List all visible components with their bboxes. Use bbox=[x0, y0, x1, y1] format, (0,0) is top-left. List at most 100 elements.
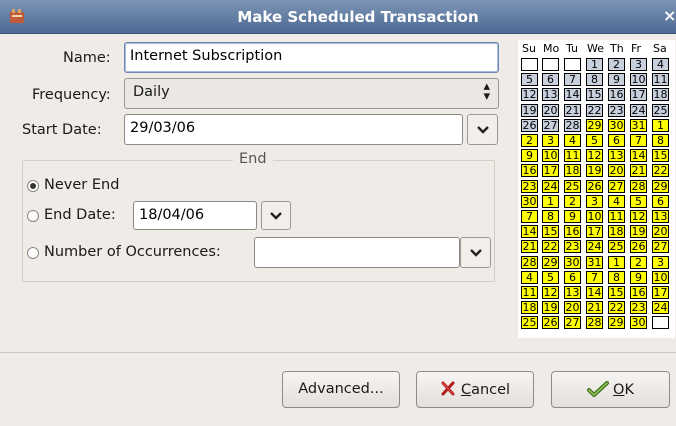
occurrences-input[interactable] bbox=[254, 237, 460, 268]
calendar-day-cell[interactable]: 21 bbox=[586, 301, 603, 314]
calendar-day-cell[interactable]: 29 bbox=[652, 180, 669, 193]
end-date-label[interactable]: End Date: bbox=[44, 207, 116, 223]
calendar-day-cell[interactable]: 18 bbox=[608, 225, 625, 238]
calendar-day-cell[interactable]: 13 bbox=[542, 88, 559, 101]
cancel-button[interactable]: Cancel bbox=[416, 371, 534, 408]
advanced-button[interactable]: Advanced... bbox=[282, 371, 400, 408]
ok-button[interactable]: OK bbox=[551, 371, 670, 408]
calendar-day-cell[interactable]: 14 bbox=[564, 88, 581, 101]
calendar-day-cell[interactable]: 9 bbox=[630, 271, 647, 284]
calendar-day-cell[interactable]: 9 bbox=[608, 73, 625, 86]
calendar-day-cell[interactable]: 29 bbox=[542, 256, 559, 269]
calendar-day-cell[interactable]: 26 bbox=[521, 119, 538, 132]
calendar-day-cell[interactable]: 19 bbox=[542, 301, 559, 314]
calendar-day-cell[interactable]: 27 bbox=[564, 316, 581, 329]
end-date-calendar-button[interactable] bbox=[261, 201, 291, 230]
calendar-day-cell[interactable]: 18 bbox=[564, 164, 581, 177]
calendar-day-cell[interactable]: 23 bbox=[608, 104, 625, 117]
calendar-day-cell[interactable]: 17 bbox=[652, 286, 669, 299]
calendar-day-cell[interactable]: 17 bbox=[630, 88, 647, 101]
calendar-day-cell[interactable]: 17 bbox=[586, 225, 603, 238]
calendar-day-cell[interactable]: 28 bbox=[521, 256, 538, 269]
calendar-day-cell[interactable]: 30 bbox=[630, 316, 647, 329]
name-input[interactable]: Internet Subscription bbox=[124, 42, 499, 73]
calendar-day-cell[interactable] bbox=[542, 58, 559, 71]
calendar-day-cell[interactable]: 2 bbox=[608, 58, 625, 71]
calendar-day-cell[interactable]: 9 bbox=[564, 210, 581, 223]
calendar-day-cell[interactable]: 1 bbox=[608, 256, 625, 269]
calendar-day-cell[interactable]: 21 bbox=[564, 104, 581, 117]
calendar-day-cell[interactable]: 27 bbox=[652, 240, 669, 253]
calendar-day-cell[interactable]: 25 bbox=[564, 180, 581, 193]
calendar-day-cell[interactable]: 12 bbox=[521, 88, 538, 101]
calendar-day-cell[interactable]: 30 bbox=[608, 119, 625, 132]
calendar-day-cell[interactable]: 19 bbox=[630, 225, 647, 238]
calendar-day-cell[interactable]: 23 bbox=[564, 240, 581, 253]
calendar-day-cell[interactable]: 3 bbox=[542, 134, 559, 147]
calendar-day-cell[interactable]: 30 bbox=[564, 256, 581, 269]
calendar-day-cell[interactable]: 20 bbox=[608, 164, 625, 177]
end-date-radio[interactable] bbox=[27, 210, 39, 222]
calendar-day-cell[interactable]: 11 bbox=[608, 210, 625, 223]
calendar-day-cell[interactable]: 5 bbox=[630, 195, 647, 208]
calendar-day-cell[interactable]: 19 bbox=[586, 164, 603, 177]
calendar-day-cell[interactable]: 21 bbox=[521, 240, 538, 253]
calendar-day-cell[interactable]: 28 bbox=[564, 119, 581, 132]
end-date-input[interactable]: 18/04/06 bbox=[133, 201, 257, 230]
calendar-day-cell[interactable]: 15 bbox=[652, 149, 669, 162]
calendar-day-cell[interactable]: 2 bbox=[521, 134, 538, 147]
occurrences-radio[interactable] bbox=[27, 247, 39, 259]
calendar-day-cell[interactable]: 23 bbox=[521, 180, 538, 193]
calendar-day-cell[interactable]: 21 bbox=[630, 164, 647, 177]
calendar-day-cell[interactable]: 20 bbox=[652, 225, 669, 238]
never-end-label[interactable]: Never End bbox=[44, 177, 119, 193]
calendar-day-cell[interactable]: 27 bbox=[608, 180, 625, 193]
calendar-day-cell[interactable]: 3 bbox=[586, 195, 603, 208]
calendar-day-cell[interactable]: 17 bbox=[542, 164, 559, 177]
start-date-input[interactable]: 29/03/06 bbox=[124, 114, 463, 145]
calendar-day-cell[interactable]: 15 bbox=[608, 286, 625, 299]
calendar-day-cell[interactable]: 4 bbox=[652, 58, 669, 71]
calendar-day-cell[interactable]: 23 bbox=[630, 301, 647, 314]
calendar-day-cell[interactable]: 10 bbox=[586, 210, 603, 223]
calendar-day-cell[interactable]: 11 bbox=[652, 73, 669, 86]
calendar-day-cell[interactable]: 1 bbox=[542, 195, 559, 208]
calendar-day-cell[interactable]: 2 bbox=[564, 195, 581, 208]
calendar-day-cell[interactable]: 20 bbox=[542, 104, 559, 117]
calendar-day-cell[interactable]: 18 bbox=[652, 88, 669, 101]
calendar-day-cell[interactable]: 10 bbox=[630, 73, 647, 86]
calendar-day-cell[interactable]: 19 bbox=[521, 104, 538, 117]
calendar-day-cell[interactable]: 10 bbox=[542, 149, 559, 162]
calendar-day-cell[interactable]: 25 bbox=[521, 316, 538, 329]
calendar-day-cell[interactable]: 4 bbox=[608, 195, 625, 208]
calendar-day-cell[interactable] bbox=[521, 58, 538, 71]
calendar-day-cell[interactable]: 14 bbox=[586, 286, 603, 299]
calendar-day-cell[interactable]: 12 bbox=[630, 210, 647, 223]
calendar-day-cell[interactable]: 22 bbox=[652, 164, 669, 177]
occurrences-label[interactable]: Number of Occurrences: bbox=[44, 244, 221, 260]
occurrences-dropdown-button[interactable] bbox=[460, 237, 491, 268]
calendar-day-cell[interactable]: 5 bbox=[586, 134, 603, 147]
calendar-day-cell[interactable]: 7 bbox=[521, 210, 538, 223]
calendar-day-cell[interactable]: 11 bbox=[521, 286, 538, 299]
calendar-day-cell[interactable]: 4 bbox=[521, 271, 538, 284]
calendar-day-cell[interactable]: 15 bbox=[586, 88, 603, 101]
frequency-select[interactable]: Daily ▴ ▾ bbox=[124, 78, 499, 109]
never-end-radio[interactable] bbox=[27, 180, 39, 192]
calendar-day-cell[interactable]: 16 bbox=[630, 286, 647, 299]
calendar-day-cell[interactable]: 26 bbox=[630, 240, 647, 253]
calendar-day-cell[interactable]: 22 bbox=[608, 301, 625, 314]
calendar-day-cell[interactable]: 7 bbox=[586, 271, 603, 284]
calendar-day-cell[interactable]: 6 bbox=[542, 73, 559, 86]
calendar-day-cell[interactable]: 26 bbox=[542, 316, 559, 329]
calendar-day-cell[interactable]: 29 bbox=[608, 316, 625, 329]
calendar-day-cell[interactable] bbox=[564, 58, 581, 71]
close-icon[interactable]: × bbox=[663, 6, 676, 25]
calendar-day-cell[interactable]: 12 bbox=[586, 149, 603, 162]
calendar-day-cell[interactable]: 24 bbox=[542, 180, 559, 193]
calendar-day-cell[interactable]: 1 bbox=[586, 58, 603, 71]
calendar-day-cell[interactable]: 6 bbox=[608, 134, 625, 147]
calendar-day-cell[interactable]: 8 bbox=[586, 73, 603, 86]
calendar-day-cell[interactable]: 11 bbox=[564, 149, 581, 162]
calendar-day-cell[interactable]: 5 bbox=[542, 271, 559, 284]
